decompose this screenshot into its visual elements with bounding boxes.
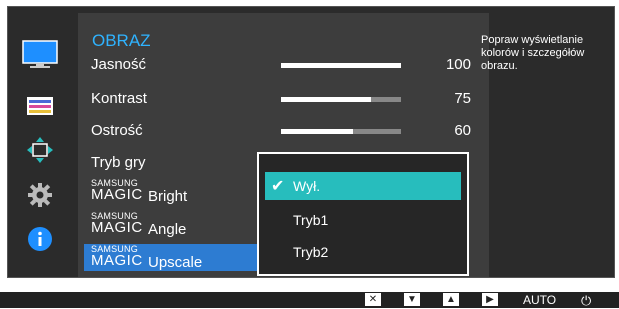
menu-item-label: Tryb gry	[91, 153, 146, 171]
picture-icon[interactable]	[20, 35, 60, 75]
menu-item-label: Bright	[148, 188, 188, 205]
slider-fill	[281, 63, 401, 68]
menu-item-brightness[interactable]: Jasność 100	[91, 49, 476, 79]
option-mode2[interactable]: Tryb2	[265, 238, 461, 266]
checkmark-icon: ✔	[271, 178, 285, 195]
sharpness-value: 60	[454, 121, 471, 139]
close-icon[interactable]: ✕	[365, 293, 381, 306]
contrast-value: 75	[454, 89, 471, 107]
option-mode1[interactable]: Tryb1	[265, 206, 461, 234]
info-icon[interactable]	[20, 219, 60, 259]
option-label: Wył.	[293, 178, 321, 194]
gear-icon[interactable]	[20, 175, 60, 215]
menu-item-label: Ostrość	[91, 121, 143, 139]
up-icon[interactable]: ▲	[443, 293, 459, 306]
control-bar: ✕ ▼ ▲ ▶ AUTO ⏻	[0, 292, 619, 308]
brand-magic: MAGIC	[91, 186, 143, 203]
menu-item-sharpness[interactable]: Ostrość 60	[91, 115, 476, 145]
auto-label[interactable]: AUTO	[523, 293, 556, 307]
option-label: Tryb2	[293, 244, 329, 260]
magic-upscale-label: SAMSUNG MAGIC Upscale	[91, 245, 202, 271]
menu-item-contrast[interactable]: Kontrast 75	[91, 83, 476, 113]
upscale-options-popup: ✔ Wył. Tryb1 Tryb2	[257, 152, 469, 276]
brand-magic: MAGIC	[91, 219, 143, 236]
menu-item-label: Upscale	[148, 254, 203, 271]
brightness-value: 100	[445, 55, 471, 73]
size-position-icon[interactable]	[20, 130, 60, 170]
option-off[interactable]: ✔ Wył.	[265, 172, 461, 200]
menu-title: OBRAZ	[92, 31, 151, 50]
menu-item-label: Kontrast	[91, 89, 147, 107]
contrast-slider[interactable]	[281, 97, 401, 102]
menu-item-label: Angle	[148, 221, 187, 238]
slider-fill	[281, 129, 353, 134]
category-sidebar	[8, 7, 70, 277]
brightness-slider[interactable]	[281, 63, 401, 68]
slider-fill	[281, 97, 371, 102]
brand-magic: MAGIC	[91, 252, 143, 269]
right-icon[interactable]: ▶	[482, 293, 498, 306]
menu-item-label: Jasność	[91, 55, 147, 73]
magic-angle-label: SAMSUNG MAGIC Angle	[91, 212, 186, 238]
help-text: Popraw wyświetlanie kolorów i szczegółów…	[481, 34, 585, 72]
magic-bright-label: SAMSUNG MAGIC Bright	[91, 179, 187, 205]
option-label: Tryb1	[293, 212, 329, 228]
down-icon[interactable]: ▼	[404, 293, 420, 306]
sharpness-slider[interactable]	[281, 129, 401, 134]
color-icon[interactable]	[20, 87, 60, 127]
power-icon[interactable]: ⏻	[581, 293, 591, 309]
